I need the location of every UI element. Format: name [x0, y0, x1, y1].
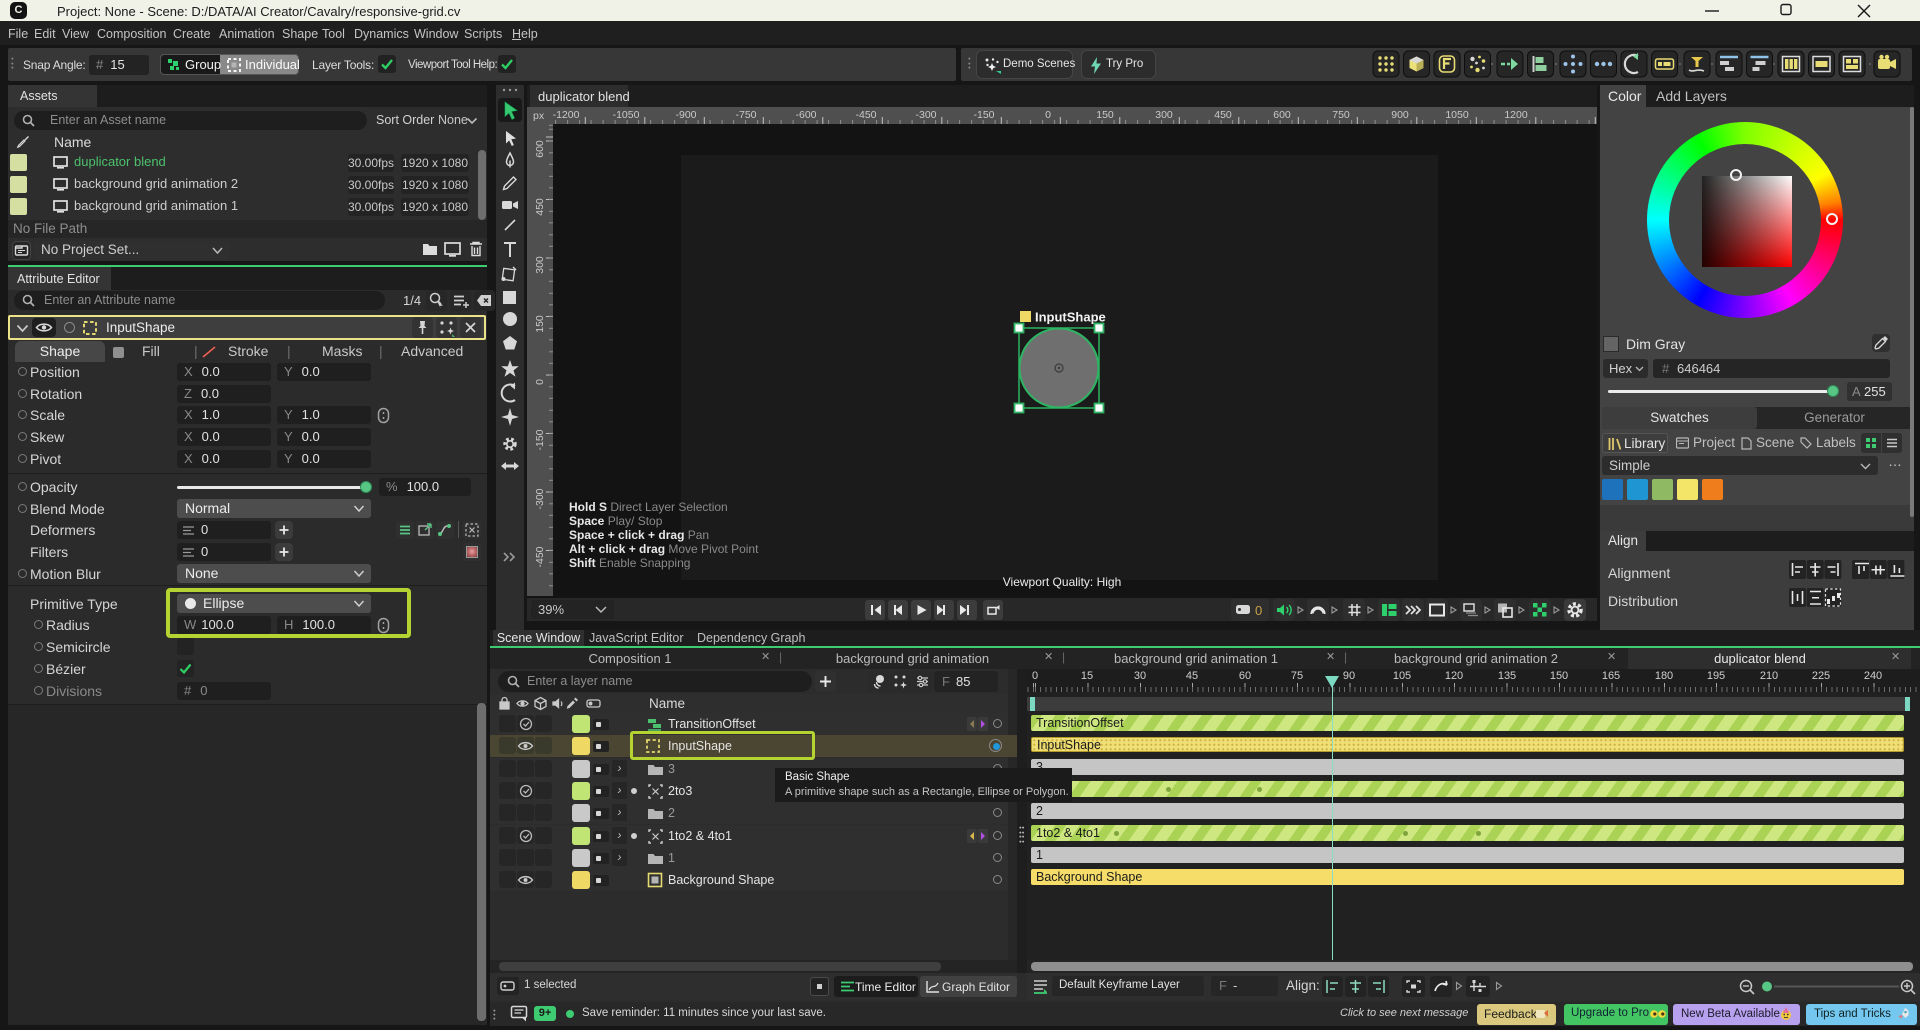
svg-text:0: 0	[1255, 603, 1262, 618]
svg-text:InputShape: InputShape	[1035, 310, 1106, 325]
